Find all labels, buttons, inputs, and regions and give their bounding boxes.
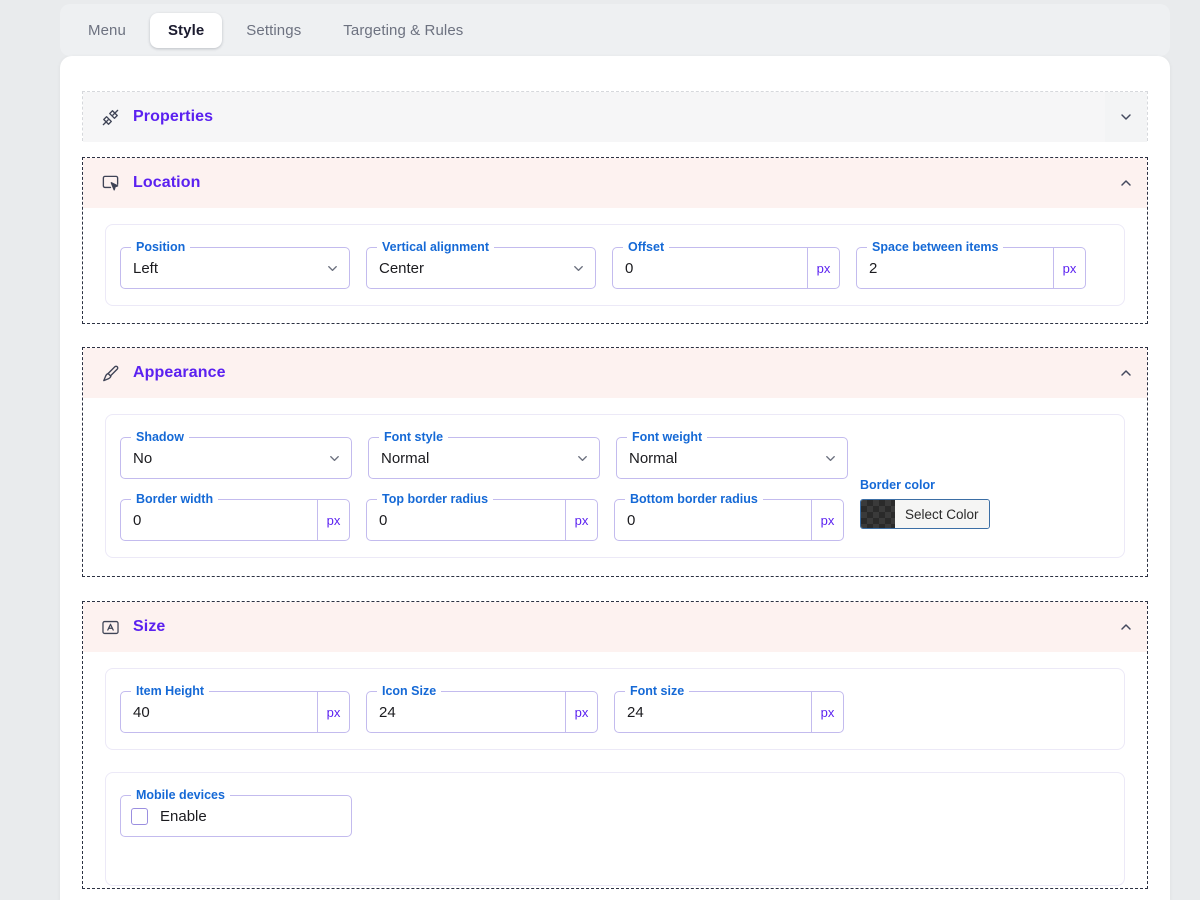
field-offset[interactable]: Offset 0 px: [612, 240, 841, 289]
chevron-down-icon[interactable]: [1105, 92, 1147, 142]
field-font-style-value: Normal: [381, 449, 430, 467]
mobile-enable-label: Enable: [160, 807, 207, 825]
chevron-up-icon[interactable]: [1105, 348, 1147, 398]
tab-targeting-rules[interactable]: Targeting & Rules: [325, 13, 481, 48]
field-shadow-label: Shadow: [131, 430, 189, 444]
tools-icon: [99, 106, 121, 128]
tab-menu[interactable]: Menu: [70, 13, 144, 48]
location-fields-row: Position Left Vertical alignment Center …: [120, 240, 1102, 289]
section-appearance-header[interactable]: Appearance: [83, 348, 1147, 398]
mobile-devices-row: Mobile devices Enable: [120, 788, 1102, 837]
field-mobile-devices-label: Mobile devices: [131, 788, 230, 802]
mobile-devices-card: Mobile devices Enable: [105, 772, 1125, 886]
field-font-weight[interactable]: Font weight Normal: [616, 430, 848, 479]
field-bottom-border-radius-label: Bottom border radius: [625, 492, 763, 506]
field-top-border-radius-unit: px: [565, 500, 597, 540]
border-color-label: Border color: [860, 478, 936, 492]
tab-settings[interactable]: Settings: [228, 13, 319, 48]
field-position-value: Left: [133, 259, 159, 277]
color-swatch: [861, 500, 895, 528]
location-card: Position Left Vertical alignment Center …: [105, 224, 1125, 306]
tab-bar: Menu Style Settings Targeting & Rules: [60, 4, 1170, 56]
field-font-size-value[interactable]: 24: [615, 692, 811, 732]
border-color-group: Border color Select Color: [860, 478, 1100, 541]
section-size-header[interactable]: Size: [83, 602, 1147, 652]
section-properties: Properties: [82, 91, 1148, 142]
field-offset-value[interactable]: 0: [613, 248, 807, 288]
section-location-header[interactable]: Location: [83, 158, 1147, 208]
chevron-down-icon[interactable]: [315, 248, 349, 288]
appearance-row-2: Border width 0 px Top border radius 0 px…: [120, 478, 1102, 541]
size-card: Item Height 40 px Icon Size 24 px Font s…: [105, 668, 1125, 750]
field-offset-label: Offset: [623, 240, 670, 254]
select-color-button-label: Select Color: [895, 500, 989, 528]
field-position-label: Position: [131, 240, 191, 254]
field-font-size-unit: px: [811, 692, 843, 732]
font-size-icon: [99, 616, 121, 638]
tab-style[interactable]: Style: [149, 12, 223, 48]
field-space-between-items-label: Space between items: [867, 240, 1004, 254]
field-top-border-radius-label: Top border radius: [377, 492, 494, 506]
field-border-width-label: Border width: [131, 492, 219, 506]
field-space-between-items-value[interactable]: 2: [857, 248, 1053, 288]
chevron-up-icon[interactable]: [1105, 158, 1147, 208]
border-color-picker[interactable]: Select Color: [860, 499, 990, 529]
section-size-title: Size: [133, 618, 166, 635]
field-border-width-unit: px: [317, 500, 349, 540]
cursor-frame-icon: [99, 172, 121, 194]
field-font-style-label: Font style: [379, 430, 449, 444]
chevron-down-icon[interactable]: [317, 438, 351, 478]
section-size: Size Item Height 40 px Icon Size 24 px F…: [82, 601, 1148, 889]
field-vertical-alignment[interactable]: Vertical alignment Center: [366, 240, 596, 289]
field-vertical-alignment-value: Center: [379, 259, 425, 277]
field-position[interactable]: Position Left: [120, 240, 350, 289]
field-offset-unit: px: [807, 248, 839, 288]
field-top-border-radius[interactable]: Top border radius 0 px: [366, 492, 598, 541]
field-font-weight-label: Font weight: [627, 430, 708, 444]
field-border-width-value[interactable]: 0: [121, 500, 317, 540]
field-item-height[interactable]: Item Height 40 px: [120, 684, 350, 733]
chevron-up-icon[interactable]: [1105, 602, 1147, 652]
paintbrush-icon: [99, 362, 121, 384]
field-bottom-border-radius-value[interactable]: 0: [615, 500, 811, 540]
chevron-down-icon[interactable]: [561, 248, 595, 288]
field-icon-size[interactable]: Icon Size 24 px: [366, 684, 598, 733]
field-top-border-radius-value[interactable]: 0: [367, 500, 565, 540]
field-item-height-label: Item Height: [131, 684, 210, 698]
field-bottom-border-radius[interactable]: Bottom border radius 0 px: [614, 492, 844, 541]
field-space-between-items-unit: px: [1053, 248, 1085, 288]
field-font-size-label: Font size: [625, 684, 690, 698]
chevron-down-icon[interactable]: [813, 438, 847, 478]
field-mobile-devices[interactable]: Mobile devices Enable: [120, 788, 352, 837]
field-bottom-border-radius-unit: px: [811, 500, 843, 540]
section-location: Location Position Left Vertical alignmen…: [82, 157, 1148, 324]
field-border-width[interactable]: Border width 0 px: [120, 492, 350, 541]
appearance-row-1: Shadow No Font style Normal Font weight …: [120, 430, 1102, 479]
field-icon-size-label: Icon Size: [377, 684, 442, 698]
section-appearance-title: Appearance: [133, 364, 226, 381]
field-space-between-items[interactable]: Space between items 2 px: [856, 240, 1087, 289]
field-font-style[interactable]: Font style Normal: [368, 430, 600, 479]
appearance-card: Shadow No Font style Normal Font weight …: [105, 414, 1125, 558]
size-fields-row: Item Height 40 px Icon Size 24 px Font s…: [120, 684, 1102, 733]
field-item-height-unit: px: [317, 692, 349, 732]
mobile-enable-checkbox[interactable]: [131, 807, 148, 825]
field-shadow-value: No: [133, 449, 153, 467]
section-location-title: Location: [133, 174, 201, 191]
field-icon-size-value[interactable]: 24: [367, 692, 565, 732]
section-appearance: Appearance Shadow No Font style Normal F…: [82, 347, 1148, 577]
field-item-height-value[interactable]: 40: [121, 692, 317, 732]
field-font-size[interactable]: Font size 24 px: [614, 684, 844, 733]
field-icon-size-unit: px: [565, 692, 597, 732]
field-vertical-alignment-label: Vertical alignment: [377, 240, 494, 254]
style-panel: Properties Location Position Left Vertic…: [60, 56, 1170, 900]
field-shadow[interactable]: Shadow No: [120, 430, 352, 479]
section-properties-title: Properties: [133, 108, 214, 125]
chevron-down-icon[interactable]: [565, 438, 599, 478]
section-properties-header[interactable]: Properties: [83, 92, 1147, 142]
field-font-weight-value: Normal: [629, 449, 678, 467]
